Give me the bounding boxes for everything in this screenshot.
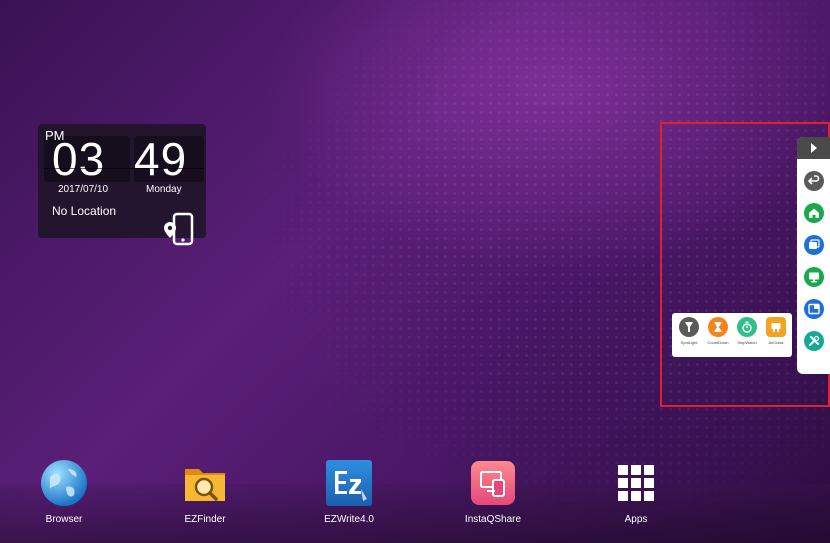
play-arrow-icon bbox=[810, 143, 817, 153]
dock-app-ezfinder[interactable]: EZFinder bbox=[157, 459, 253, 525]
app-label: InstaQShare bbox=[464, 514, 522, 525]
countdown-label: CountDown bbox=[707, 340, 729, 345]
clock-day: Monday bbox=[146, 184, 182, 195]
airclass-tool[interactable]: AirClass bbox=[762, 317, 790, 345]
windows-button[interactable] bbox=[804, 235, 824, 255]
stopwatch-icon bbox=[737, 317, 757, 337]
stopwatch-tool[interactable]: StopWatch bbox=[733, 317, 761, 345]
tools-icon bbox=[809, 335, 820, 346]
windows-icon bbox=[809, 239, 820, 249]
folder-search-icon bbox=[181, 459, 229, 507]
split-screen-button[interactable] bbox=[804, 299, 824, 319]
dock-app-ezwrite[interactable]: EZWrite4.0 bbox=[301, 459, 397, 525]
desktop: PM 03 49 2017/07/10 Monday No Location S… bbox=[0, 0, 830, 543]
back-icon bbox=[808, 175, 820, 185]
home-button[interactable] bbox=[804, 203, 824, 223]
spotlight-icon bbox=[679, 317, 699, 337]
tools-popup: SpotLight CountDown StopWatch AirClass bbox=[672, 313, 792, 357]
side-toolbar bbox=[797, 137, 830, 374]
countdown-tool[interactable]: CountDown bbox=[704, 317, 732, 345]
app-label: EZFinder bbox=[184, 514, 226, 525]
app-dock bbox=[0, 484, 830, 543]
phone-location-icon[interactable] bbox=[162, 212, 198, 248]
clock-date: 2017/07/10 bbox=[58, 184, 109, 195]
spotlight-label: SpotLight bbox=[680, 340, 698, 345]
stopwatch-label: StopWatch bbox=[737, 340, 757, 345]
back-button[interactable] bbox=[804, 171, 824, 191]
display-icon bbox=[809, 272, 819, 283]
spotlight-tool[interactable]: SpotLight bbox=[675, 317, 703, 345]
display-button[interactable] bbox=[804, 267, 824, 287]
dock-app-instaqshare[interactable]: InstaQShare bbox=[445, 459, 541, 525]
instaqshare-icon bbox=[469, 459, 517, 507]
clock-widget[interactable]: PM 03 49 2017/07/10 Monday No Location bbox=[38, 124, 206, 246]
expand-toolbar-button[interactable] bbox=[797, 137, 830, 159]
globe-icon bbox=[40, 459, 88, 507]
clock-location: No Location bbox=[52, 204, 117, 218]
app-label: EZWrite4.0 bbox=[324, 514, 374, 525]
dock-app-apps[interactable]: Apps bbox=[588, 459, 684, 525]
hourglass-icon bbox=[708, 317, 728, 337]
home-icon bbox=[809, 208, 819, 218]
tools-button[interactable] bbox=[804, 331, 824, 351]
split-icon bbox=[808, 303, 820, 315]
app-grid-icon bbox=[612, 459, 660, 507]
app-label: Apps bbox=[624, 514, 648, 525]
flip-divider bbox=[44, 168, 204, 169]
clock-minutes: 49 bbox=[134, 133, 188, 185]
clock-hours: 03 bbox=[52, 133, 106, 185]
airclass-label: AirClass bbox=[768, 340, 784, 345]
airclass-icon bbox=[766, 317, 786, 337]
ezwrite-icon bbox=[325, 459, 373, 507]
app-label: Browser bbox=[45, 514, 83, 525]
dock-app-browser[interactable]: Browser bbox=[16, 459, 112, 525]
